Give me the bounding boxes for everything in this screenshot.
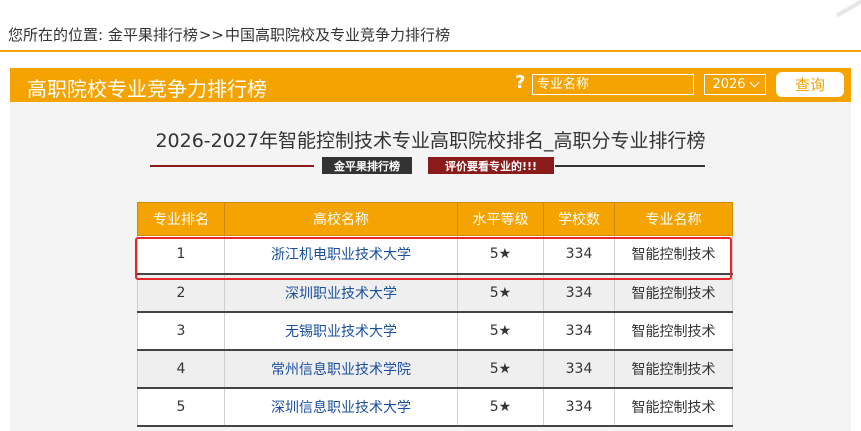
title-divider-right: [555, 165, 705, 167]
rank-cell: 3: [137, 311, 225, 351]
table-header-row: 专业排名 高校名称 水平等级 学校数 专业名称: [137, 202, 733, 236]
rank-cell: 2: [137, 273, 225, 313]
school-link[interactable]: 浙江机电职业技术大学: [224, 235, 458, 275]
note-badge: 评价要看专业的!!!: [428, 157, 554, 174]
level-cell: 5★: [457, 387, 544, 427]
major-search-input[interactable]: [532, 74, 694, 95]
breadcrumb-separator: >>: [198, 26, 224, 44]
count-cell: 334: [543, 349, 615, 389]
table-row: 3 无锡职业技术大学 5★ 334 智能控制技术: [137, 311, 733, 351]
major-cell: 智能控制技术: [614, 311, 733, 351]
title-divider-left: [150, 165, 314, 167]
page-title: 2026-2027年智能控制技术专业高职院校排名_高职分专业排行榜: [155, 130, 706, 152]
table-row: 2 深圳职业技术大学 5★ 334 智能控制技术: [137, 273, 733, 313]
level-cell: 5★: [457, 349, 544, 389]
help-icon[interactable]: ?: [515, 72, 525, 93]
major-cell: 智能控制技术: [614, 387, 733, 427]
rank-cell: 4: [137, 349, 225, 389]
chevron-down-icon: [749, 77, 759, 88]
rank-cell: 5: [137, 387, 225, 427]
column-header-rank: 专业排名: [137, 202, 225, 236]
ranking-header-bar: 高职院校专业竞争力排行榜 ? 2026 查询: [10, 68, 851, 102]
table-row: 5 深圳信息职业技术大学 5★ 334 智能控制技术: [137, 387, 733, 427]
rank-cell: 1: [137, 235, 225, 275]
breadcrumb-prefix: 您所在的位置:: [8, 26, 104, 44]
column-header-level: 水平等级: [457, 202, 544, 236]
year-select-value: 2026: [712, 77, 746, 92]
school-link[interactable]: 深圳职业技术大学: [224, 273, 458, 313]
major-cell: 智能控制技术: [614, 235, 733, 275]
count-cell: 334: [543, 311, 615, 351]
major-cell: 智能控制技术: [614, 273, 733, 313]
count-cell: 334: [543, 387, 615, 427]
breadcrumb-link-home[interactable]: 金平果排行榜: [108, 26, 198, 44]
ranking-table: 专业排名 高校名称 水平等级 学校数 专业名称 1 浙江机电职业技术大学 5★ …: [137, 202, 733, 427]
year-select[interactable]: 2026: [704, 74, 766, 95]
column-header-school: 高校名称: [224, 202, 458, 236]
column-header-count: 学校数: [543, 202, 615, 236]
column-header-major: 专业名称: [614, 202, 733, 236]
count-cell: 334: [543, 235, 615, 275]
header-divider: [0, 50, 861, 52]
school-link[interactable]: 无锡职业技术大学: [224, 311, 458, 351]
corner-decoration: [821, 0, 861, 20]
table-row: 1 浙江机电职业技术大学 5★ 334 智能控制技术: [137, 235, 733, 275]
query-button[interactable]: 查询: [776, 72, 844, 97]
brand-badge: 金平果排行榜: [322, 157, 412, 174]
school-link[interactable]: 深圳信息职业技术大学: [224, 387, 458, 427]
major-cell: 智能控制技术: [614, 349, 733, 389]
ranking-panel: 高职院校专业竞争力排行榜 ? 2026 查询 2026-2027年智能控制技术专…: [10, 68, 851, 431]
school-link[interactable]: 常州信息职业技术学院: [224, 349, 458, 389]
count-cell: 334: [543, 273, 615, 313]
level-cell: 5★: [457, 273, 544, 313]
table-row: 4 常州信息职业技术学院 5★ 334 智能控制技术: [137, 349, 733, 389]
level-cell: 5★: [457, 311, 544, 351]
breadcrumb: 您所在的位置: 金平果排行榜>>中国高职院校及专业竞争力排行榜: [8, 24, 450, 45]
breadcrumb-link-ranking[interactable]: 中国高职院校及专业竞争力排行榜: [225, 26, 450, 44]
section-title: 高职院校专业竞争力排行榜: [27, 77, 267, 101]
level-cell: 5★: [457, 235, 544, 275]
